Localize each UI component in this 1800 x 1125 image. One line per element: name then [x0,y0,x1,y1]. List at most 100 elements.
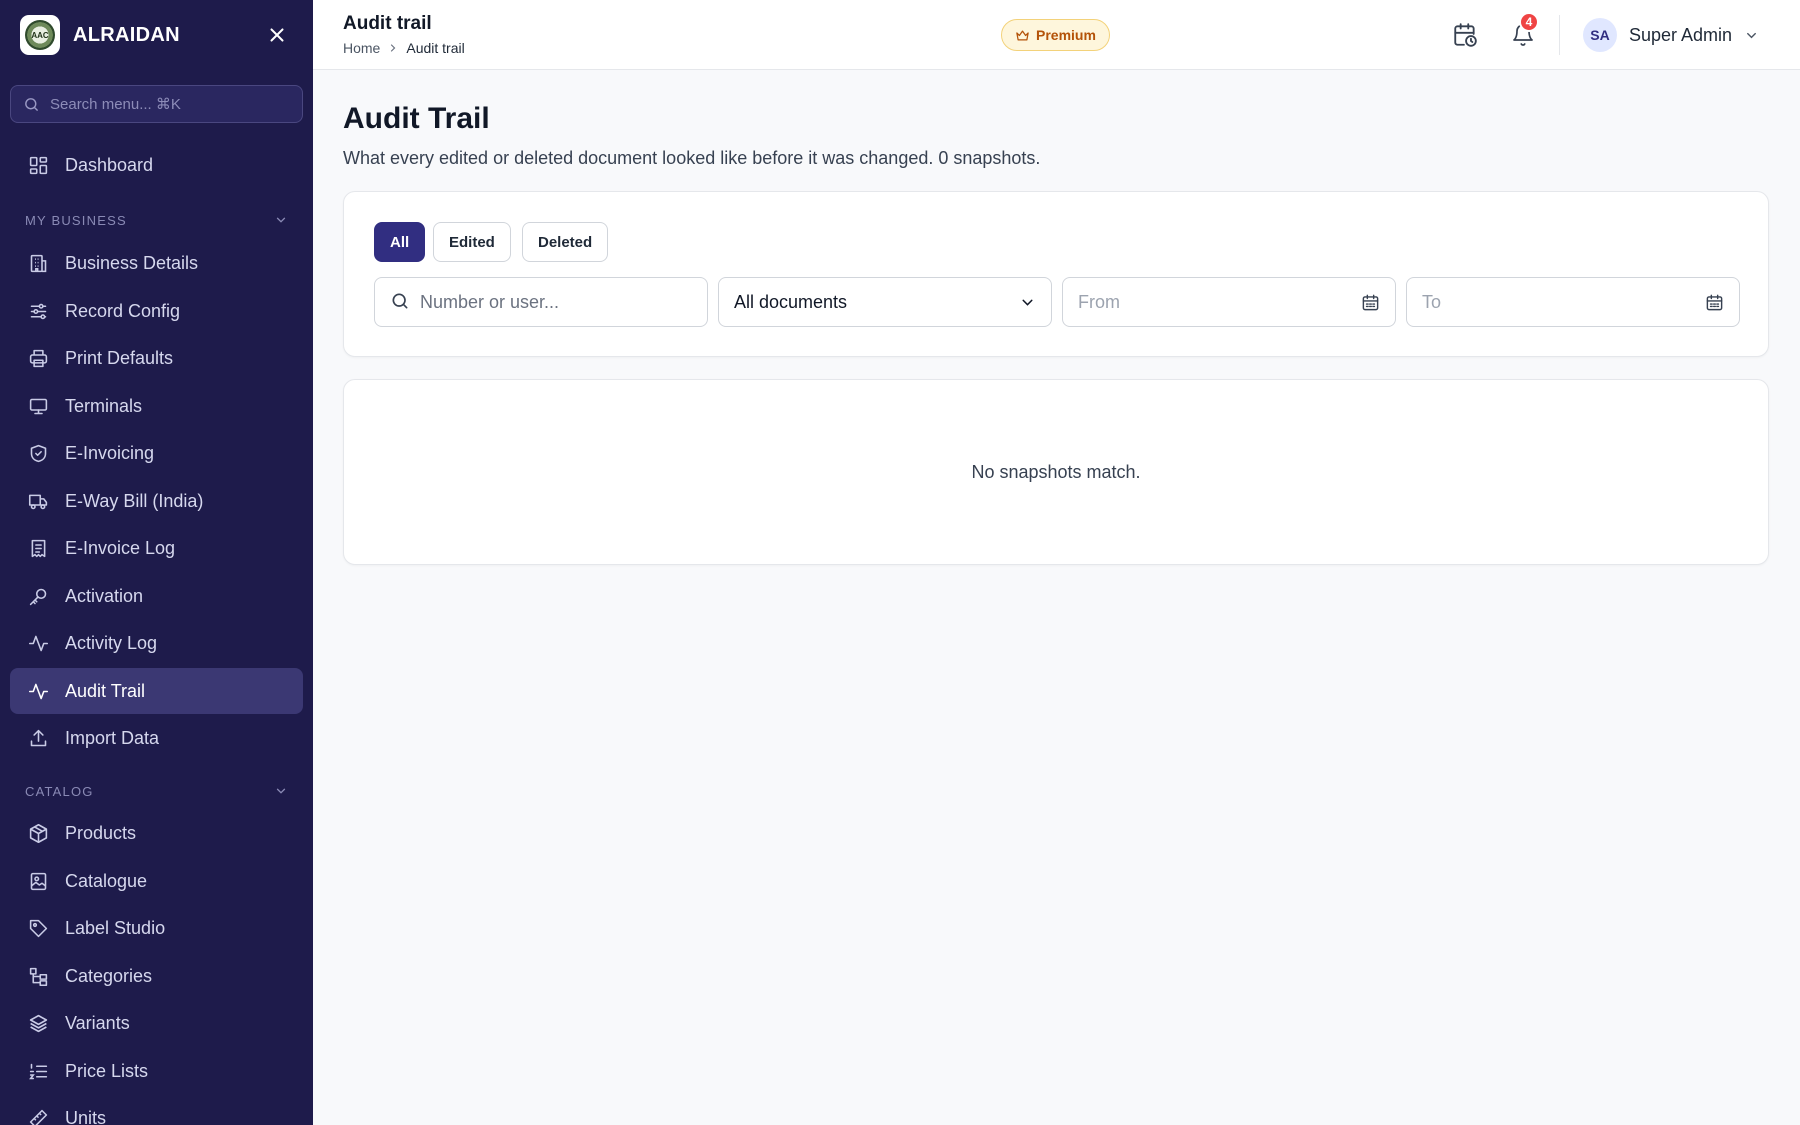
sidebar-search-input[interactable]: Search menu... ⌘K [10,85,303,123]
sidebar-item-products[interactable]: Products [10,810,303,856]
sidebar-item-dashboard[interactable]: Dashboard [10,142,303,188]
sidebar-item-label: Activation [65,585,144,606]
section-title: CATALOG [25,783,94,799]
sidebar-item-label: Business Details [65,252,199,273]
sidebar-item-label: Terminals [65,395,143,416]
key-icon [26,584,50,608]
page-header-title: Audit trail [343,13,432,34]
truck-icon [26,489,50,513]
upload-icon [26,726,50,750]
close-sidebar-button[interactable] [261,19,293,51]
close-icon [270,28,284,42]
sidebar-item-record-config[interactable]: Record Config [10,288,303,334]
sidebar-item-label: E-Invoicing [65,442,155,463]
empty-state-message: No snapshots match. [971,461,1141,482]
sidebar-search-placeholder: Search menu... ⌘K [50,96,181,113]
from-date-input[interactable] [1078,291,1361,313]
brand-name: ALRAIDAN [73,23,180,46]
sidebar-item-label-studio[interactable]: Label Studio [10,905,303,951]
sidebar-item-label: Categories [65,965,153,986]
sidebar-item-e-invoicing[interactable]: E-Invoicing [10,430,303,476]
calendar-clock-button[interactable] [1447,17,1483,53]
to-date-field [1406,277,1740,327]
sidebar-item-activation[interactable]: Activation [10,573,303,619]
to-date-input[interactable] [1422,291,1705,313]
sidebar-item-activity-log[interactable]: Activity Log [10,620,303,666]
chevron-down-icon [276,788,286,794]
filter-tab-all[interactable]: All [374,222,426,262]
section-header-catalog[interactable]: CATALOG [25,781,288,801]
filters-card: All Edited Deleted All documents [343,191,1769,357]
chevron-right-icon [387,42,399,54]
sidebar-item-label: Variants [65,1012,130,1033]
sidebar-item-price-lists[interactable]: Price Lists [10,1048,303,1094]
sidebar-item-label: Import Data [65,727,160,748]
search-input[interactable] [420,291,692,313]
list-ordered-icon [26,1059,50,1083]
page-subtitle: What every edited or deleted document lo… [343,148,1041,168]
sidebar-item-label: Audit Trail [65,680,146,701]
sidebar-item-catalogue[interactable]: Catalogue [10,858,303,904]
brand-logo[interactable]: AAC [20,15,60,55]
sidebar-item-label: Units [65,1107,107,1125]
calendar-clock-icon [1454,23,1477,47]
sidebar-item-label: Print Defaults [65,347,174,368]
search-icon [392,293,408,308]
from-date-field [1062,277,1396,327]
sidebar-item-label: E-Invoice Log [65,537,176,558]
grid-icon [26,153,50,177]
header-divider [1559,15,1560,55]
section-title: MY BUSINESS [25,212,127,228]
premium-badge[interactable]: Premium [1001,19,1110,51]
top-bar: Audit trail Home Audit trail Premium 4 S… [313,0,1800,70]
sidebar-item-audit-trail[interactable]: Audit Trail [10,668,303,714]
sidebar: AAC ALRAIDAN Search menu... ⌘K Dashboard… [0,0,313,1125]
calendar-icon[interactable] [1705,293,1724,312]
sidebar-item-import-data[interactable]: Import Data [10,715,303,761]
sidebar-item-categories[interactable]: Categories [10,953,303,999]
document-type-value: All documents [734,291,848,312]
layers-icon [26,1011,50,1035]
sidebar-item-terminals[interactable]: Terminals [10,383,303,429]
sidebar-item-label: Label Studio [65,917,166,938]
sidebar-item-label: Price Lists [65,1060,149,1081]
sliders-icon [26,299,50,323]
building-icon [26,251,50,275]
sidebar-item-variants[interactable]: Variants [10,1000,303,1046]
filter-tab-deleted[interactable]: Deleted [522,222,609,262]
search-field [374,277,708,327]
sidebar-item-units[interactable]: Units [10,1095,303,1125]
page-title: Audit Trail [343,102,490,135]
ruler-icon [26,1106,50,1125]
sidebar-item-print-defaults[interactable]: Print Defaults [10,335,303,381]
activity-icon [26,679,50,703]
breadcrumb: Home Audit trail [343,40,465,56]
crown-icon [1016,30,1029,40]
printer-icon [26,346,50,370]
chevron-down-icon [276,217,286,223]
filter-tab-edited[interactable]: Edited [433,222,511,262]
sidebar-item-e-invoice-log[interactable]: E-Invoice Log [10,525,303,571]
avatar: SA [1583,18,1617,52]
calendar-icon[interactable] [1361,293,1380,312]
brand-logo-emblem: AAC [25,20,55,50]
user-menu[interactable]: SA Super Admin [1583,17,1759,53]
sidebar-item-label: Activity Log [65,632,158,653]
search-icon [25,97,38,111]
sidebar-item-label: E-Way Bill (India) [65,490,204,511]
activity-icon [26,631,50,655]
section-header-my-business[interactable]: MY BUSINESS [25,210,288,230]
sidebar-item-label: Products [65,822,137,843]
sidebar-item-business-details[interactable]: Business Details [10,240,303,286]
document-type-select[interactable]: All documents [718,277,1052,327]
image-icon [26,869,50,893]
monitor-icon [26,394,50,418]
sidebar-item-label: Record Config [65,300,181,321]
notifications-button[interactable]: 4 [1505,12,1541,53]
breadcrumb-home-link[interactable]: Home [343,40,380,56]
sidebar-item-label: Dashboard [65,154,154,175]
sidebar-item-e-way-bill[interactable]: E-Way Bill (India) [10,478,303,524]
chevron-down-icon [1744,28,1759,43]
chevron-down-icon [1022,299,1033,306]
tag-icon [26,916,50,940]
